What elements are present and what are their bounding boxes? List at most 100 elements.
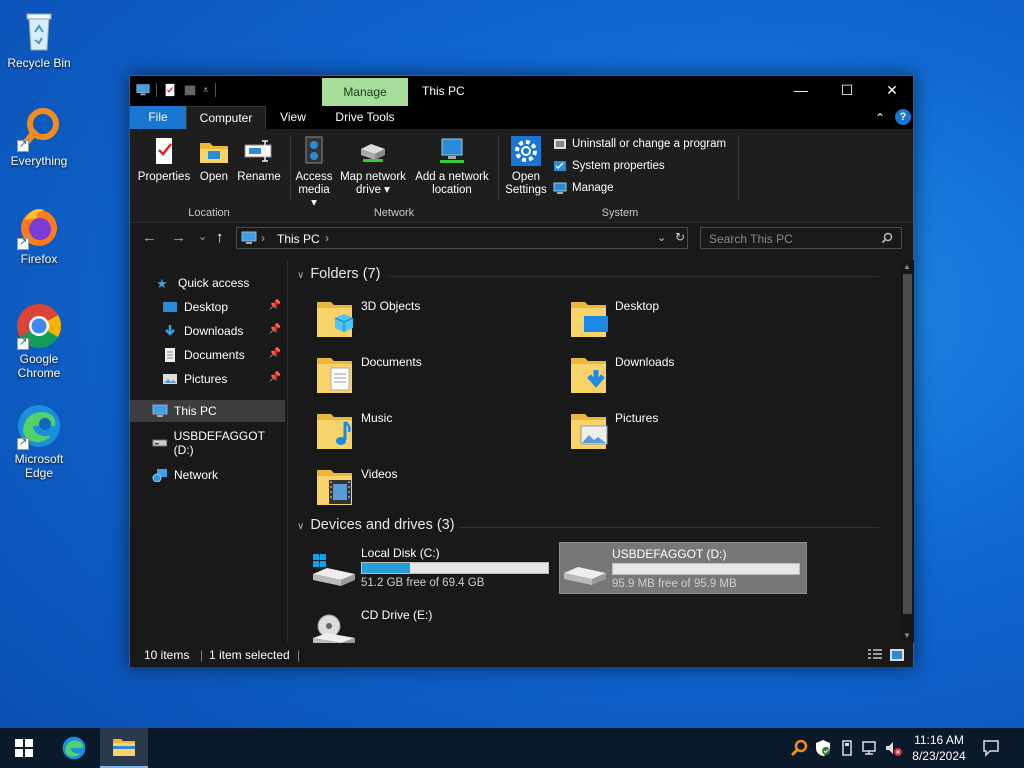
new-folder-quick-icon[interactable]: [183, 82, 197, 98]
ribbon-separator: [290, 135, 291, 199]
folder-3d-objects[interactable]: 3D Objects: [315, 294, 565, 344]
tab-view[interactable]: View: [266, 106, 320, 129]
recent-locations-button[interactable]: ⌄: [198, 230, 207, 243]
tab-file[interactable]: File: [130, 106, 186, 129]
drive-usage-bar: [612, 563, 800, 575]
vertical-scrollbar[interactable]: ▲ ▼: [901, 260, 914, 642]
nav-label: Desktop: [184, 300, 229, 314]
uninstall-program-button[interactable]: Uninstall or change a program: [553, 137, 726, 151]
notifications-icon[interactable]: [982, 739, 1000, 757]
folder-label: Pictures: [615, 411, 659, 425]
nav-this-pc[interactable]: This PC: [130, 400, 285, 422]
folder-label: 3D Objects: [361, 299, 421, 313]
download-arrow-icon: [165, 325, 175, 336]
tab-computer[interactable]: Computer: [186, 106, 266, 129]
pin-icon[interactable]: 📌: [269, 324, 281, 335]
network-icon[interactable]: [861, 739, 879, 757]
open-settings-button[interactable]: Open Settings: [504, 135, 548, 197]
pin-icon[interactable]: 📌: [269, 300, 281, 311]
this-pc-icon: [152, 404, 168, 417]
open-button[interactable]: Open: [196, 135, 232, 184]
desktop-icon-firefox[interactable]: Firefox: [4, 202, 74, 266]
access-media-icon: [298, 135, 330, 167]
usb-eject-icon[interactable]: [838, 739, 856, 757]
details-view-icon[interactable]: [868, 649, 882, 661]
nav-network[interactable]: Network: [130, 464, 285, 486]
pin-icon[interactable]: 📌: [269, 348, 281, 359]
system-properties-button[interactable]: System properties: [553, 159, 665, 173]
scrollbar-thumb[interactable]: [903, 274, 912, 614]
system-clock[interactable]: 11:16 AM 8/23/2024: [906, 732, 972, 764]
maximize-button[interactable]: ☐: [824, 76, 870, 104]
nav-usb-drive[interactable]: USBDEFAGGOT (D:): [130, 429, 285, 457]
drives-section-header[interactable]: ∨ Devices and drives (3): [297, 517, 455, 533]
everything-tray-icon[interactable]: [790, 739, 808, 757]
back-button[interactable]: ←: [142, 229, 157, 246]
desktop-icon-everything[interactable]: Everything: [4, 104, 74, 168]
manage-button[interactable]: Manage: [553, 181, 614, 195]
chrome-icon: [15, 302, 63, 350]
folder-desktop[interactable]: Desktop: [569, 294, 819, 344]
help-icon[interactable]: ?: [895, 109, 911, 125]
nav-label: Network: [174, 468, 219, 482]
drive-free-space: 51.2 GB free of 69.4 GB: [361, 577, 485, 589]
volume-muted-icon[interactable]: [884, 739, 902, 757]
drive-d[interactable]: USBDEFAGGOT (D:) 95.9 MB free of 95.9 MB: [559, 542, 807, 594]
refresh-button[interactable]: ↻: [675, 230, 685, 244]
3d-objects-folder-icon: [317, 302, 354, 337]
address-bar[interactable]: › This PC › ⌄ ↻: [236, 227, 688, 249]
status-divider: |: [297, 648, 301, 662]
up-button[interactable]: ↑: [216, 229, 224, 246]
nav-desktop[interactable]: Desktop 📌: [130, 296, 285, 318]
nav-downloads[interactable]: Downloads 📌: [130, 320, 285, 342]
scroll-down-arrow-icon[interactable]: ▼: [903, 631, 911, 640]
tab-manage[interactable]: Manage: [322, 78, 408, 106]
folders-section-header[interactable]: ∨ Folders (7): [297, 266, 380, 282]
scroll-up-arrow-icon[interactable]: ▲: [903, 262, 911, 271]
folder-music[interactable]: Music: [315, 406, 565, 456]
folder-pictures[interactable]: Pictures: [569, 406, 819, 456]
folder-documents[interactable]: Documents: [315, 350, 565, 400]
add-network-location-button[interactable]: Add a network location: [412, 135, 492, 197]
properties-quick-icon[interactable]: [163, 82, 177, 98]
security-shield-icon[interactable]: [814, 739, 832, 757]
desktop-icon-edge[interactable]: Microsoft Edge: [4, 402, 74, 480]
customize-qat-icon[interactable]: ⩡: [203, 85, 209, 96]
nav-quick-access[interactable]: ★ Quick access: [130, 272, 285, 294]
close-button[interactable]: ✕: [869, 76, 915, 104]
forward-button[interactable]: →: [171, 229, 186, 246]
desktop-icon-recycle-bin[interactable]: Recycle Bin: [4, 6, 74, 70]
map-network-drive-button[interactable]: Map network drive ▾: [336, 135, 410, 197]
address-dropdown-button[interactable]: ⌄: [657, 231, 666, 244]
nav-label: Pictures: [184, 372, 228, 386]
desktop-icon-label: Google Chrome: [17, 352, 61, 380]
address-path: This PC: [277, 232, 320, 246]
section-title: Devices and drives (3): [310, 517, 455, 533]
access-media-button[interactable]: Access media ▾: [294, 135, 334, 210]
folder-videos[interactable]: Videos: [315, 462, 565, 512]
window-title: This PC: [422, 84, 465, 98]
document-icon: [165, 348, 175, 362]
documents-folder-icon: [317, 358, 352, 393]
large-icons-view-icon[interactable]: [890, 649, 904, 661]
ribbon-group-location: Properties Open Rename Location: [130, 129, 288, 223]
section-divider: [459, 527, 879, 528]
minimize-button[interactable]: —: [778, 76, 824, 104]
start-button[interactable]: [0, 728, 48, 768]
desktop-icon-chrome[interactable]: Google Chrome: [4, 302, 74, 380]
collapse-ribbon-icon[interactable]: ⌃: [875, 111, 885, 125]
folder-downloads[interactable]: Downloads: [569, 350, 819, 400]
nav-pictures[interactable]: Pictures 📌: [130, 368, 285, 390]
title-bar[interactable]: ⩡ Manage This PC — ☐ ✕: [130, 76, 913, 106]
add-location-label-2: location: [432, 184, 472, 196]
taskbar-edge-button[interactable]: [50, 728, 98, 768]
taskbar-file-explorer-button[interactable]: [100, 728, 148, 768]
pin-icon[interactable]: 📌: [269, 372, 281, 383]
rename-button[interactable]: Rename: [234, 135, 284, 184]
properties-button[interactable]: Properties: [136, 135, 192, 184]
search-box[interactable]: Search This PC: [700, 227, 902, 249]
status-bar: 10 items | 1 item selected |: [130, 643, 913, 667]
nav-documents[interactable]: Documents 📌: [130, 344, 285, 366]
folder-label: Downloads: [615, 355, 675, 369]
drive-c[interactable]: Local Disk (C:) 51.2 GB free of 69.4 GB: [309, 542, 557, 594]
